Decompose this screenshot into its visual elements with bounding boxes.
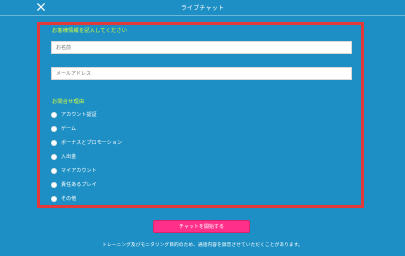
reason-option-label: 責任あるプレイ [61, 182, 97, 188]
radio-button[interactable] [51, 167, 57, 174]
recording-notice: トレーニング及びモニタリング目的のため、通話内容を録音させていただくことがありま… [102, 243, 303, 248]
reason-option-label: ゲーム [61, 126, 77, 132]
radio-button[interactable] [51, 125, 57, 132]
start-chat-button[interactable]: チャットを開始する [153, 220, 250, 233]
reason-option-label: その他 [61, 196, 77, 202]
reason-option-game[interactable]: ゲーム [51, 125, 76, 132]
radio-button[interactable] [51, 181, 57, 188]
header-divider [0, 15, 405, 16]
reason-section-title: お問合せ理由 [52, 99, 85, 105]
reason-option-account-verification[interactable]: アカウント認証 [51, 111, 97, 118]
close-button[interactable] [34, 0, 48, 14]
reason-option-label: アカウント認証 [61, 112, 97, 118]
top-bar: ライブチャット [0, 0, 405, 15]
radio-button[interactable] [51, 153, 57, 160]
radio-button[interactable] [51, 195, 57, 202]
radio-button[interactable] [51, 111, 57, 118]
page-title: ライブチャット [180, 5, 225, 12]
name-input[interactable] [51, 41, 352, 54]
reason-option-bonus-promotion[interactable]: ボーナスとプロモーション [51, 139, 122, 146]
radio-button[interactable] [51, 139, 57, 146]
reason-option-responsible-play[interactable]: 責任あるプレイ [51, 181, 97, 188]
reason-option-my-account[interactable]: マイアカウント [51, 167, 97, 174]
reason-option-label: 入出金 [61, 154, 77, 160]
live-chat-page: ライブチャット お客様情報を記入してください お問合せ理由 アカウント認証 ゲー… [0, 0, 405, 256]
reason-option-label: ボーナスとプロモーション [61, 140, 123, 146]
email-input[interactable] [51, 67, 352, 80]
customer-info-section-title: お客様情報を記入してください [52, 28, 128, 34]
reason-option-label: マイアカウント [61, 168, 97, 174]
reason-option-deposit-withdrawal[interactable]: 入出金 [51, 153, 76, 160]
close-icon [37, 3, 45, 11]
reason-option-other[interactable]: その他 [51, 195, 76, 202]
